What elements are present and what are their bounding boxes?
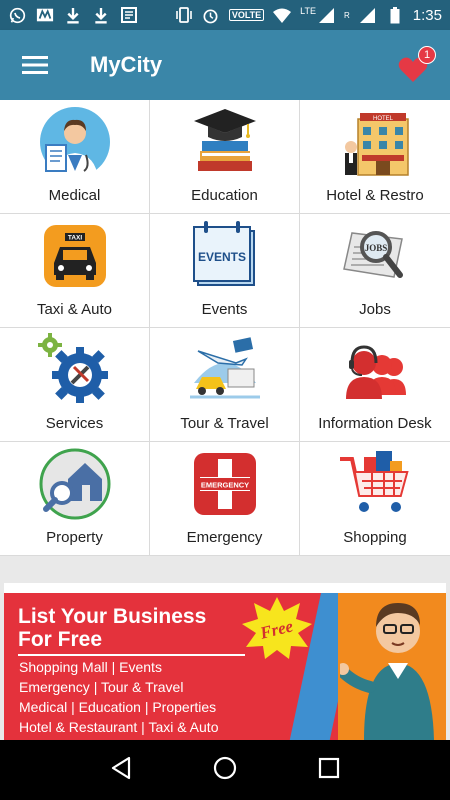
category-shopping[interactable]: Shopping: [300, 442, 450, 556]
app-title: MyCity: [90, 52, 163, 77]
back-icon: [112, 756, 131, 779]
signal-icon: [317, 6, 335, 24]
category-taxi-auto[interactable]: TAXI Taxi & Auto: [0, 214, 150, 328]
banner-categories: Shopping Mall | Events Emergency | Tour …: [19, 659, 219, 735]
recents-icon: [318, 757, 339, 778]
category-tour-travel[interactable]: Tour & Travel: [150, 328, 300, 442]
clock: 1:35: [412, 6, 442, 24]
wifi-icon: [273, 6, 292, 24]
category-label: Taxi & Auto: [36, 301, 113, 318]
category-label: Tour & Travel: [180, 415, 269, 432]
emergency-cross-icon: EMERGENCY: [193, 453, 256, 515]
events-sign: EVENTS: [197, 250, 245, 264]
jobs-newspaper-icon: JOBS: [343, 231, 403, 278]
category-label: Emergency: [186, 529, 263, 546]
app-bar: MyCity 1: [0, 30, 450, 100]
recents-button[interactable]: [318, 757, 340, 784]
signal-icon: [359, 6, 377, 24]
category-label: Medical: [48, 187, 101, 204]
news-icon: [120, 6, 138, 24]
taxi-icon: TAXI: [43, 225, 106, 287]
hamburger-menu-button[interactable]: [0, 30, 70, 100]
category-medical[interactable]: Medical: [0, 100, 150, 214]
presenter-man-illustration: [340, 603, 434, 740]
category-property[interactable]: Property: [0, 442, 150, 556]
favorites-count-badge: 1: [418, 46, 436, 64]
category-jobs[interactable]: JOBS Jobs: [300, 214, 450, 328]
network-type-label: LTE: [300, 6, 317, 16]
category-events[interactable]: EVENTS Events: [150, 214, 300, 328]
system-navigation-bar: [0, 740, 450, 800]
category-label: Shopping: [343, 529, 407, 546]
property-search-icon: [39, 448, 110, 520]
download-icon: [64, 6, 82, 24]
app-notification-icon: [36, 6, 54, 24]
gear-tools-icon: [37, 333, 108, 403]
battery-icon: [386, 6, 404, 24]
alarm-icon: [202, 6, 220, 24]
category-label: Events: [201, 301, 248, 318]
whatsapp-icon: [8, 6, 26, 24]
hotel-building-icon: HOTEL: [345, 113, 409, 176]
category-education[interactable]: Education: [150, 100, 300, 214]
volte-label: VOLTE: [228, 9, 265, 21]
emergency-sign: EMERGENCY: [200, 481, 248, 490]
category-label: Services: [45, 415, 104, 432]
home-button[interactable]: [213, 756, 237, 785]
category-hotel-restro[interactable]: HOTEL Hotel & Restro: [300, 100, 450, 214]
category-label: Information Desk: [318, 415, 432, 432]
category-information-desk[interactable]: Information Desk: [300, 328, 450, 442]
list-business-banner[interactable]: List Your Business For Free Free Shoppin…: [4, 583, 446, 740]
category-services[interactable]: Services: [0, 328, 150, 442]
category-label: Jobs: [359, 301, 391, 318]
category-label: Property: [46, 529, 103, 546]
category-label: Education: [191, 187, 258, 204]
shopping-cart-icon: [340, 451, 409, 512]
status-bar: VOLTE LTE R 1:35: [0, 0, 450, 30]
jobs-sign: JOBS: [365, 243, 388, 253]
banner-heading: List Your Business For Free: [18, 605, 207, 651]
category-grid: Medical Education HOTEL Hotel & Restro T…: [0, 100, 450, 556]
vibrate-icon: [175, 6, 193, 24]
hotel-sign: HOTEL: [373, 116, 394, 122]
events-calendar-icon: EVENTS: [192, 221, 255, 286]
back-button[interactable]: [110, 756, 132, 785]
menu-icon: [22, 56, 48, 74]
doctor-icon: [39, 107, 110, 179]
support-agents-icon: [346, 345, 406, 399]
category-emergency[interactable]: EMERGENCY Emergency: [150, 442, 300, 556]
travel-icon: [189, 337, 260, 399]
home-icon: [213, 756, 237, 779]
roaming-label: R: [344, 10, 350, 20]
download-icon: [92, 6, 110, 24]
graduation-books-icon: [193, 109, 256, 171]
free-starburst-icon: Free: [242, 597, 312, 659]
favorites-button[interactable]: 1: [396, 46, 436, 86]
category-label: Hotel & Restro: [326, 187, 424, 204]
taxi-sign: TAXI: [67, 235, 82, 242]
